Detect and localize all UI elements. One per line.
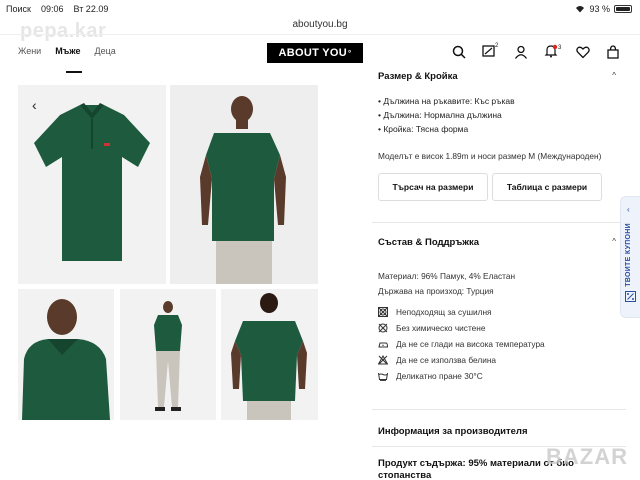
size-table-button[interactable]: Таблица с размери (492, 173, 602, 201)
composition-title[interactable]: Състав & Поддръжка (378, 237, 479, 248)
no-dryer-icon (378, 307, 388, 317)
date: Вт 22.09 (73, 4, 109, 14)
chevron-up-icon[interactable]: ^ (612, 71, 616, 80)
about-you-logo[interactable]: ABOUT YOU ° (267, 43, 363, 63)
wifi-icon (576, 6, 585, 13)
full-body-illustration (154, 301, 182, 411)
care-item: Неподходящ за сушилня (378, 307, 545, 317)
coupons-tab-label: ТВОИТЕ КУПОНИ (625, 223, 632, 287)
back-view-illustration (231, 293, 307, 420)
product-details-panel: Размер & Кройка ^ • Дължина на ръкавите:… (364, 62, 626, 480)
origin-text: Държава на произход: Турция (378, 286, 494, 296)
notification-icon[interactable]: 3 (544, 44, 562, 60)
product-image-closeup[interactable] (18, 289, 114, 420)
compare-icon[interactable]: 2 (482, 43, 499, 60)
material-text: Материал: 96% Памук, 4% Еластан (378, 271, 516, 281)
bullet-fit: • Кройка: Тясна форма (378, 124, 469, 134)
battery-percent: 93 % (589, 4, 610, 14)
nav-kids[interactable]: Деца (95, 46, 116, 56)
product-image-flat[interactable]: ‹ (18, 85, 166, 284)
care-text: Без химическо чистене (396, 323, 486, 333)
active-nav-indicator (66, 71, 82, 73)
care-text: Да не се използва белина (396, 355, 497, 365)
nav-men[interactable]: Мъже (55, 46, 80, 56)
divider (372, 409, 626, 410)
wash-30-icon (378, 372, 388, 381)
product-image-full-body[interactable] (120, 289, 216, 420)
size-fit-bullets: • Дължина на ръкавите: Къс ръкав • Дължи… (378, 96, 515, 138)
coupons-side-tab[interactable]: ‹ ТВОИТЕ КУПОНИ (620, 196, 640, 318)
nav-women[interactable]: Жени (18, 46, 41, 56)
chevron-up-icon[interactable]: ^ (612, 237, 616, 246)
back-to-app[interactable]: Поиск (6, 4, 31, 14)
care-item: Деликатно пране 30°C (378, 371, 545, 381)
low-iron-icon (378, 342, 388, 348)
care-item: Да не се глади на висока температура (378, 339, 545, 349)
polo-flat-illustration (34, 103, 150, 261)
status-bar: Поиск 09:06 Вт 22.09 93 % (0, 0, 640, 18)
coupon-icon (625, 291, 636, 302)
compare-badge: 2 (495, 43, 499, 49)
header-icons: 2 3 (452, 43, 620, 60)
model-front-illustration (200, 96, 286, 284)
bag-icon[interactable] (606, 45, 620, 59)
care-text: Да не се глади на висока температура (396, 339, 545, 349)
bullet-length: • Дължина: Нормална дължина (378, 110, 502, 120)
chevron-left-icon: ‹ (627, 205, 630, 214)
chevron-left-icon[interactable]: ‹ (32, 97, 37, 113)
care-text: Деликатно пране 30°C (396, 371, 483, 381)
divider (372, 222, 626, 223)
closeup-illustration (22, 299, 110, 420)
size-fit-title[interactable]: Размер & Кройка (378, 71, 458, 82)
no-dry-clean-icon (378, 323, 388, 333)
manufacturer-info-title[interactable]: Информация за производителя (378, 426, 528, 437)
notification-badge: 3 (558, 45, 562, 51)
product-image-back[interactable] (221, 289, 318, 420)
bazar-watermark: BAZAR (546, 444, 628, 469)
care-text: Неподходящ за сушилня (396, 307, 492, 317)
model-note: Моделът е висок 1.89m и носи размер M (М… (378, 151, 602, 161)
care-item: Без химическо чистене (378, 323, 545, 333)
product-image-model-front[interactable] (170, 85, 318, 284)
care-item: Да не се използва белина (378, 355, 545, 365)
account-icon[interactable] (514, 45, 528, 59)
search-icon[interactable] (452, 45, 466, 59)
bullet-sleeve: • Дължина на ръкавите: Къс ръкав (378, 96, 515, 106)
care-list: Неподходящ за сушилня Без химическо чист… (378, 307, 545, 387)
battery-icon (614, 5, 632, 13)
size-finder-button[interactable]: Търсач на размери (378, 173, 488, 201)
no-bleach-icon (378, 355, 388, 365)
wishlist-icon[interactable] (576, 45, 590, 59)
logo-text: ABOUT YOU (278, 47, 347, 59)
clock: 09:06 (40, 4, 64, 14)
gender-nav: Жени Мъже Деца (18, 46, 116, 56)
